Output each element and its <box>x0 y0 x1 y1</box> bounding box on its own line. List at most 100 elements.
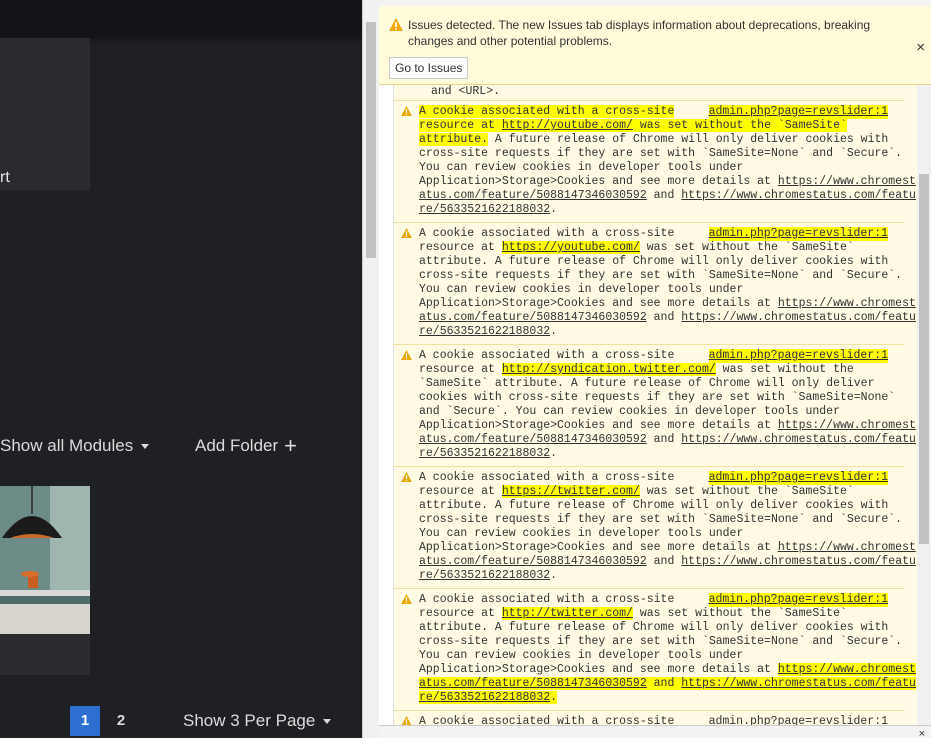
page-scrollbar-thumb[interactable] <box>366 22 376 258</box>
pagination-page-2[interactable]: 2 <box>106 706 136 736</box>
message-text: resource at <box>419 607 502 620</box>
url-link[interactable]: atus.com/feature/5088147346030592 <box>419 189 647 202</box>
url-link[interactable]: https://www.chromestatus.com/featu <box>681 555 916 568</box>
message-text: was set without the `SameSite` <box>639 485 854 498</box>
message-text: Application>Storage>Cookies and see more… <box>419 419 778 432</box>
url-link[interactable]: https://www.chromestatus.com/featu <box>681 189 916 202</box>
message-line: resource at http://twitter.com/ was set … <box>419 607 899 621</box>
url-link[interactable]: atus.com/feature/5088147346030592 <box>419 677 647 690</box>
message-line: A cookie associated with a cross-site <box>419 715 899 725</box>
message-text: and <box>646 555 682 568</box>
message-text: attribute. A future release of Chrome wi… <box>419 621 889 634</box>
message-line: atus.com/feature/5088147346030592 and ht… <box>419 555 916 569</box>
console-scrollbar-thumb[interactable] <box>919 174 929 544</box>
message-text: A cookie associated with a cross-site <box>419 349 675 362</box>
message-text: was set without the `SameSite` <box>632 119 847 132</box>
module-thumbnail[interactable] <box>0 486 90 634</box>
console-warning-entry: admin.php?page=revslider:1 A cookie assoc… <box>393 222 916 343</box>
message-line: `SameSite` attribute. A future release o… <box>419 377 899 391</box>
message-line: You can review cookies in developer tool… <box>419 527 899 541</box>
add-folder-label: Add Folder <box>195 436 279 455</box>
url-link[interactable]: atus.com/feature/5088147346030592 <box>419 555 647 568</box>
warning-icon <box>401 472 412 482</box>
per-page-dropdown[interactable]: Show 3 Per Page <box>183 711 332 731</box>
message-text: attribute. A future release of Chrome wi… <box>419 499 889 512</box>
url-link[interactable]: re/5633521622188032 <box>419 691 551 704</box>
url-link[interactable]: re/5633521622188032 <box>419 203 550 216</box>
go-to-issues-button[interactable]: Go to Issues <box>389 57 469 79</box>
message-line: A cookie associated with a cross-site <box>419 227 899 241</box>
url-link[interactable]: https://www.chromestatus.com/featu <box>681 677 916 690</box>
warning-icon <box>401 228 412 238</box>
message-line: Application>Storage>Cookies and see more… <box>419 419 916 433</box>
issues-banner-message: Issues detected. The new Issues tab disp… <box>408 18 871 48</box>
message-text: was set without the `SameSite` <box>639 241 854 254</box>
url-link[interactable]: https://www.chromest <box>778 175 916 188</box>
message-text: resource at <box>419 241 502 254</box>
url-link[interactable]: https://www.chromest <box>778 541 916 554</box>
message-text: cookies with cross-site requests if they… <box>419 391 896 404</box>
url-link[interactable]: re/5633521622188032 <box>419 447 550 460</box>
message-text: A cookie associated with a cross-site <box>419 105 675 118</box>
module-card[interactable]: rt <box>0 38 90 190</box>
url-link[interactable]: https://www.chromest <box>778 297 916 310</box>
console-messages: and <URL>. admin.php?page=revslider:1 A c… <box>379 85 918 725</box>
message-line: Application>Storage>Cookies and see more… <box>419 175 916 189</box>
url-link[interactable]: https://www.chromestatus.com/featu <box>681 433 916 446</box>
message-text: and `Secure`. You can review cookies in … <box>419 405 840 418</box>
show-all-modules-dropdown[interactable]: Show all Modules <box>0 436 150 456</box>
message-text: . <box>550 325 558 338</box>
message-line: You can review cookies in developer tool… <box>419 649 899 663</box>
url-link[interactable]: http://syndication.twitter.com/ <box>501 363 716 376</box>
message-text: was set without the <box>715 363 854 376</box>
console-warning-entry: admin.php?page=revslider:1 A cookie assoc… <box>393 100 916 221</box>
url-link[interactable]: https://twitter.com/ <box>501 485 640 498</box>
console-tail-line: and <URL>. <box>431 85 501 98</box>
caret-down-icon <box>323 719 332 725</box>
message-line: resource at https://twitter.com/ was set… <box>419 485 899 499</box>
close-icon[interactable]: × <box>919 728 925 738</box>
message-line: re/5633521622188032. <box>419 447 899 461</box>
url-link[interactable]: re/5633521622188032 <box>419 569 550 582</box>
devtools-drawer-bar: × <box>379 725 931 738</box>
message-text: and <box>646 311 682 324</box>
url-link[interactable]: https://www.chromestatus.com/featu <box>681 311 916 324</box>
message-text: A future release of Chrome will only del… <box>488 133 889 146</box>
console-warning-message: A cookie associated with a cross-siteres… <box>419 227 916 339</box>
page-scrollbar[interactable] <box>363 0 379 738</box>
url-link[interactable]: https://www.chromest <box>777 663 916 676</box>
warning-icon <box>401 106 412 116</box>
add-folder-button[interactable]: Add Folder + <box>195 435 297 457</box>
console-scrollbar[interactable] <box>917 85 931 725</box>
warning-icon <box>401 350 412 360</box>
url-link[interactable]: http://youtube.com/ <box>501 119 633 132</box>
message-line: atus.com/feature/5088147346030592 and ht… <box>419 433 916 447</box>
url-link[interactable]: re/5633521622188032 <box>419 325 550 338</box>
message-line: attribute. A future release of Chrome wi… <box>419 499 899 513</box>
message-text: . <box>550 569 558 582</box>
message-text: cross-site requests if they are set with… <box>419 147 903 160</box>
message-line: Application>Storage>Cookies and see more… <box>419 663 916 677</box>
url-link[interactable]: http://twitter.com/ <box>501 607 633 620</box>
message-line: A cookie associated with a cross-site <box>419 349 899 363</box>
message-line: resource at http://youtube.com/ was set … <box>419 119 899 133</box>
warning-icon <box>389 18 403 31</box>
message-text: Application>Storage>Cookies and see more… <box>419 175 778 188</box>
message-line: A cookie associated with a cross-site <box>419 471 899 485</box>
console-warning-message: A cookie associated with a cross-siteres… <box>419 471 916 583</box>
close-icon[interactable]: × <box>916 39 925 56</box>
url-link[interactable]: atus.com/feature/5088147346030592 <box>419 311 647 324</box>
url-link[interactable]: atus.com/feature/5088147346030592 <box>419 433 647 446</box>
pagination-page-1[interactable]: 1 <box>70 706 100 736</box>
issues-banner: Issues detected. The new Issues tab disp… <box>379 6 931 85</box>
message-text: and <box>646 677 682 690</box>
message-text: You can review cookies in developer tool… <box>419 161 744 174</box>
message-line: You can review cookies in developer tool… <box>419 283 899 297</box>
console-warning-message: A cookie associated with a cross-siteres… <box>419 715 899 725</box>
url-link[interactable]: https://youtube.com/ <box>501 241 640 254</box>
message-line: attribute. A future release of Chrome wi… <box>419 621 899 635</box>
url-link[interactable]: https://www.chromest <box>778 419 916 432</box>
message-line: cross-site requests if they are set with… <box>419 269 902 283</box>
message-line: cross-site requests if they are set with… <box>419 635 902 649</box>
lamp-scene-image <box>0 486 90 634</box>
